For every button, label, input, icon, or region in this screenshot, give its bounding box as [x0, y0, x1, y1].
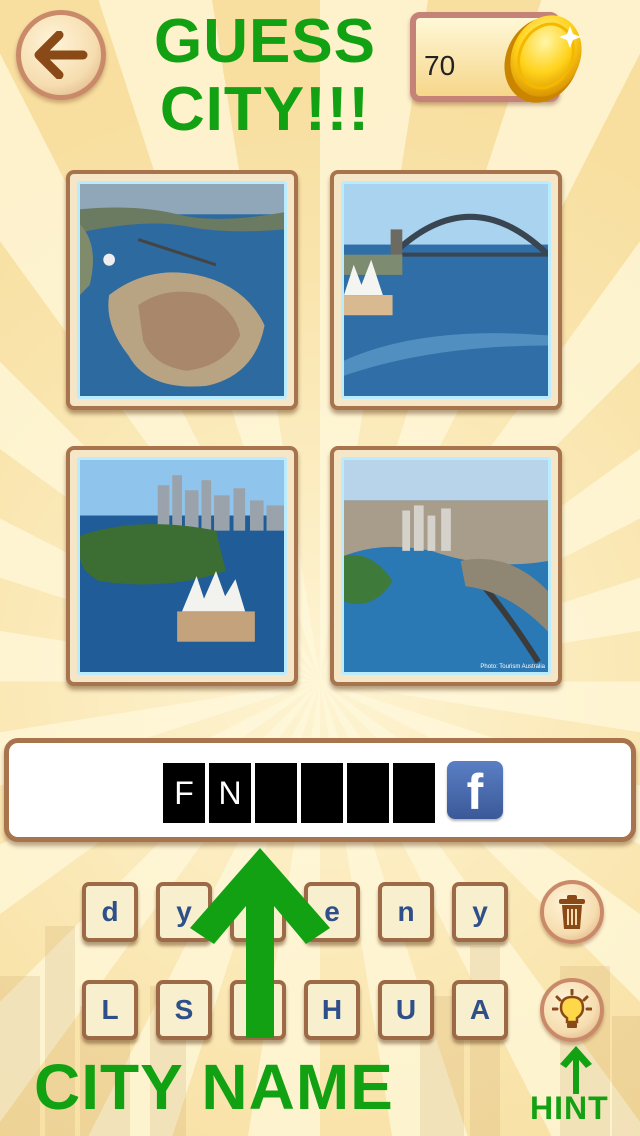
letter-tile[interactable]: n: [378, 882, 434, 942]
aerial-city-bridge-image: [344, 460, 548, 672]
answer-slot-1[interactable]: F: [163, 763, 205, 823]
lightbulb-icon: [552, 989, 592, 1028]
hint-annotation: HINT: [530, 1090, 609, 1126]
title-line-1: GUESS: [153, 7, 377, 76]
clue-photo-1[interactable]: [66, 170, 298, 410]
title-line-2: CITY!!!: [159, 75, 371, 144]
letter-tile[interactable]: d: [82, 882, 138, 942]
opera-house-skyline-image: [80, 460, 284, 672]
answer-bar: F N f: [4, 738, 636, 842]
arrow-left-icon: [34, 31, 88, 79]
back-button[interactable]: [16, 10, 106, 100]
delete-button[interactable]: [540, 880, 604, 944]
hint-button[interactable]: [540, 978, 604, 1042]
trash-icon: [559, 895, 585, 929]
facebook-icon: f: [466, 764, 484, 820]
clue-photo-2[interactable]: [330, 170, 562, 410]
answer-slot-5[interactable]: [347, 763, 389, 823]
clue-photo-4[interactable]: Photo: Tourism Australia: [330, 446, 562, 686]
clue-photo-3[interactable]: [66, 446, 298, 686]
page-title: GUESS CITY!!!: [130, 8, 400, 144]
photo-credit: Photo: Tourism Australia: [480, 664, 545, 670]
arrow-up-annotation-icon: [190, 848, 330, 1038]
hint-arrow-annotation-icon: [560, 1046, 592, 1094]
answer-slot-3[interactable]: [255, 763, 297, 823]
bridge-opera-house-image: [344, 184, 548, 396]
aerial-harbour-image: [80, 184, 284, 396]
letter-tile[interactable]: A: [452, 980, 508, 1040]
letter-tile[interactable]: U: [378, 980, 434, 1040]
letter-tile[interactable]: L: [82, 980, 138, 1040]
letter-tile[interactable]: y: [452, 882, 508, 942]
city-name-annotation: CITY NAME: [34, 1051, 394, 1123]
coin-count: 70: [424, 50, 456, 81]
answer-slot-4[interactable]: [301, 763, 343, 823]
answer-slot-2[interactable]: N: [209, 763, 251, 823]
gold-coin-icon: [504, 15, 582, 103]
facebook-share-button[interactable]: f: [447, 761, 503, 820]
answer-slot-6[interactable]: [393, 763, 435, 823]
